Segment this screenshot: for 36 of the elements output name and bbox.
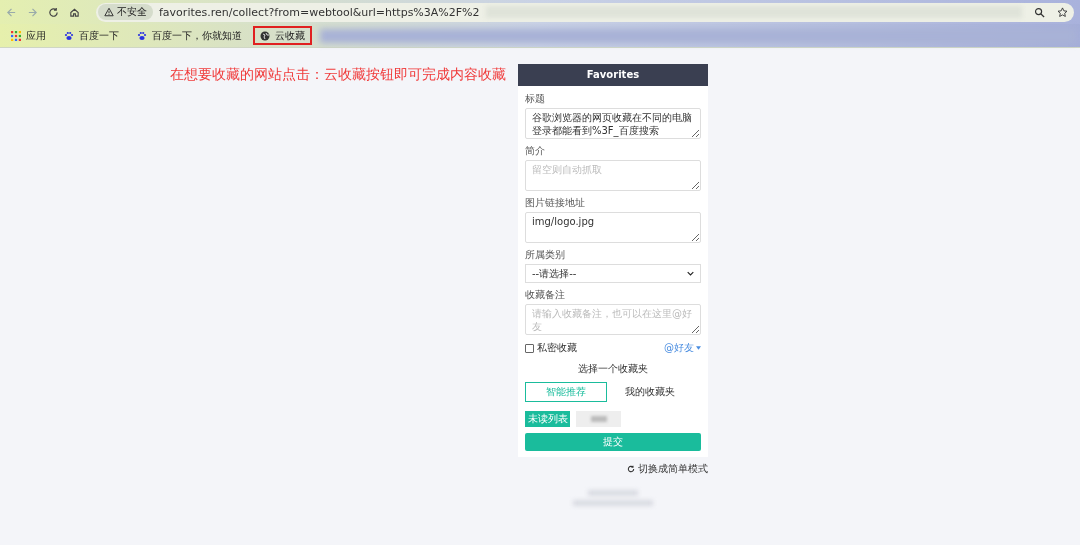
- field-label: 简介: [525, 144, 546, 158]
- field-label: 所属类别: [525, 248, 566, 262]
- paw-icon: [137, 30, 147, 41]
- private-checkbox[interactable]: 私密收藏: [525, 341, 577, 355]
- text-area[interactable]: 谷歌浏览器的网页收藏在不同的电脑登录都能看到%3F_百度搜索: [525, 108, 701, 139]
- field-label: 收藏备注: [525, 288, 566, 302]
- bookmark[interactable]: 云收藏: [253, 26, 312, 45]
- chevron-icon: [687, 271, 694, 276]
- url-text: favorites.ren/collect?from=webtool&url=https%3A%2F%2: [159, 5, 480, 19]
- switch-mode-link[interactable]: 切换成简单模式: [518, 462, 708, 476]
- refresh-icon: [627, 465, 635, 473]
- zoom-icon[interactable]: [1034, 6, 1045, 18]
- warning-icon: [104, 7, 114, 17]
- address-bar[interactable]: 不安全 favorites.ren/collect?from=webtool&url=https%3A%2F%2: [96, 2, 1074, 22]
- folder-prompt: 选择一个收藏夹: [577, 362, 649, 376]
- checkbox[interactable]: [525, 343, 534, 353]
- text-area[interactable]: img/logo.jpg: [525, 212, 701, 243]
- text-area[interactable]: 留空则自动抓取: [525, 160, 701, 191]
- field-label: 标题: [525, 92, 546, 106]
- paw-icon: [64, 30, 74, 41]
- home-icon[interactable]: [69, 6, 80, 18]
- bookmark[interactable]: 百度一下: [57, 26, 126, 45]
- annotation-text: 在想要收藏的网站点击：云收藏按钮即可完成内容收藏: [170, 65, 507, 84]
- mention-link[interactable]: @好友: [664, 341, 701, 355]
- folder-tab[interactable]: 我的收藏夹: [609, 382, 691, 402]
- bookmark[interactable]: 百度一下，你就知道: [130, 26, 249, 45]
- category-select[interactable]: --请选择--: [525, 264, 701, 283]
- bookmark[interactable]: 应用: [4, 26, 53, 45]
- star-icon[interactable]: [1057, 6, 1068, 18]
- security-chip[interactable]: 不安全: [98, 4, 153, 20]
- panel-title: Favorites: [518, 64, 708, 86]
- apps-grid-icon: [11, 30, 21, 41]
- reload-icon[interactable]: [48, 6, 59, 18]
- globe-icon: [260, 30, 270, 41]
- field-label: 图片链接地址: [525, 196, 586, 210]
- caret-icon: [696, 346, 701, 350]
